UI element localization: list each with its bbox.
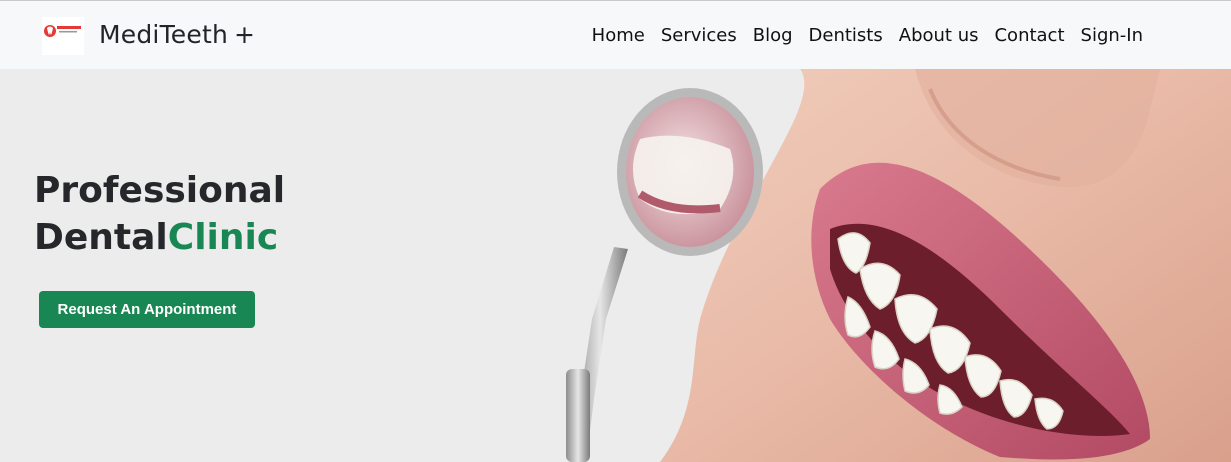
hero-image	[566, 69, 1231, 462]
request-appointment-button[interactable]: Request An Appointment	[39, 291, 255, 328]
nav-home[interactable]: Home	[592, 24, 645, 48]
brand-name: MediTeeth +	[99, 19, 256, 49]
hero-title-line1: Professional	[34, 170, 286, 211]
nav-about-us[interactable]: About us	[899, 24, 979, 48]
hero-title-dental: Dental	[34, 217, 168, 258]
hero-title-clinic: Clinic	[167, 217, 279, 258]
brand[interactable]: MediTeeth +	[42, 17, 255, 55]
nav-dentists[interactable]: Dentists	[809, 24, 883, 48]
navbar: MediTeeth + Home Services Blog Dentists A…	[0, 1, 1231, 69]
nav-blog[interactable]: Blog	[753, 24, 793, 48]
hero-section: Professional DentalClinic Request An App…	[0, 69, 1231, 462]
hero-title: Professional DentalClinic	[34, 167, 285, 261]
nav-services[interactable]: Services	[661, 24, 737, 48]
tooth-logo-icon[interactable]	[42, 17, 84, 55]
main-nav: Home Services Blog Dentists About us Con…	[592, 24, 1143, 48]
nav-sign-in[interactable]: Sign-In	[1081, 24, 1143, 48]
nav-contact[interactable]: Contact	[994, 24, 1064, 48]
